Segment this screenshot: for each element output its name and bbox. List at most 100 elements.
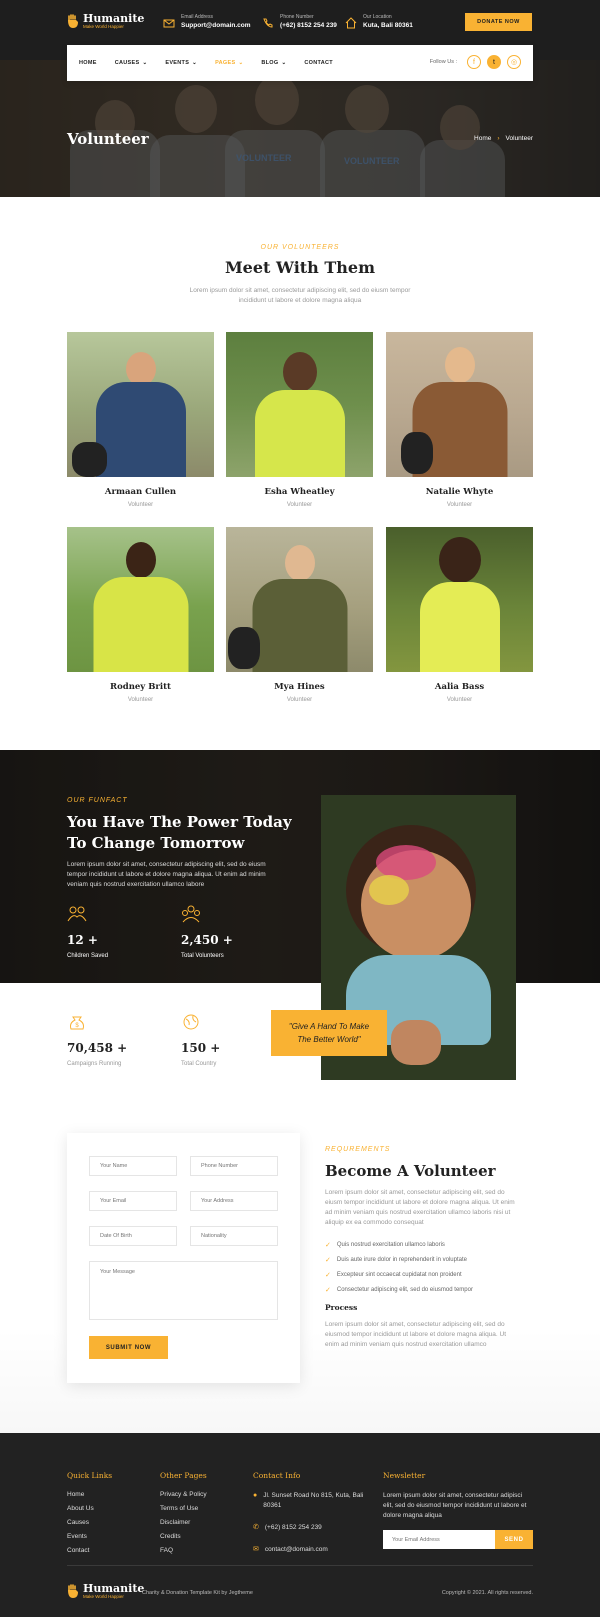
newsletter-description: Lorem ipsum dolor sit amet, consectetur … bbox=[383, 1492, 527, 1519]
instagram-icon[interactable]: ◎ bbox=[507, 55, 521, 69]
volunteer-card[interactable]: Armaan Cullen Volunteer bbox=[67, 332, 214, 508]
list-item: ✓ Duis aute irure dolor in reprehenderit … bbox=[325, 1256, 525, 1264]
money-bag-icon: $ bbox=[70, 1016, 84, 1030]
check-icon: ✓ bbox=[325, 1257, 331, 1264]
stat-label: Children Saved bbox=[67, 953, 109, 959]
become-description: Lorem ipsum dolor sit amet, consectetur … bbox=[325, 1189, 515, 1226]
newsletter-send-button[interactable]: SEND bbox=[495, 1530, 533, 1549]
nav-blog[interactable]: BLOG ⌄ bbox=[261, 60, 286, 66]
check-icon: ✓ bbox=[325, 1272, 331, 1279]
phone-icon bbox=[263, 18, 273, 28]
phone-input[interactable] bbox=[190, 1156, 278, 1176]
volunteer-card[interactable]: Esha Wheatley Volunteer bbox=[226, 332, 373, 508]
quote-line2: The Better World" bbox=[297, 1035, 361, 1044]
footer-email-value[interactable]: contact@domain.com bbox=[265, 1545, 328, 1555]
check-icon: ✓ bbox=[325, 1242, 331, 1249]
header-email: Email Address Support@domain.com bbox=[163, 14, 251, 30]
person-head bbox=[284, 545, 315, 581]
donate-now-button[interactable]: DONATE NOW bbox=[465, 13, 532, 31]
message-textarea[interactable] bbox=[89, 1261, 278, 1320]
volunteer-card[interactable]: Aalia Bass Volunteer bbox=[386, 527, 533, 703]
submit-button[interactable]: SUBMIT NOW bbox=[89, 1336, 168, 1359]
footer-newsletter: Newsletter Lorem ipsum dolor sit amet, c… bbox=[383, 1471, 533, 1521]
phone-value[interactable]: (+62) 8152 254 239 bbox=[280, 21, 337, 30]
footer-copyright: Copyright © 2021. All rights reserved. bbox=[441, 1590, 533, 1596]
nav-events[interactable]: EVENTS ⌄ bbox=[165, 60, 197, 66]
nav-causes-label: CAUSES bbox=[114, 60, 140, 66]
paint-splash bbox=[369, 875, 409, 905]
stat-value: 12 + bbox=[67, 933, 98, 947]
chevron-right-icon: › bbox=[497, 135, 500, 142]
volunteer-card[interactable]: Mya Hines Volunteer bbox=[226, 527, 373, 703]
volunteer-photo bbox=[226, 527, 373, 672]
footer-link[interactable]: Terms of Use bbox=[160, 1505, 207, 1512]
breadcrumb: Home › Volunteer bbox=[474, 135, 533, 142]
footer-logo[interactable]: Humanite Make World Happier bbox=[67, 1583, 144, 1600]
list-item-text: Duis aute irure dolor in reprehenderit i… bbox=[336, 1257, 467, 1263]
footer-phone-value[interactable]: (+62) 8152 254 239 bbox=[265, 1523, 322, 1533]
footer-link[interactable]: Disclaimer bbox=[160, 1519, 207, 1526]
nationality-input[interactable] bbox=[190, 1226, 278, 1246]
twitter-icon[interactable]: t bbox=[487, 55, 501, 69]
nav-home[interactable]: HOME bbox=[79, 60, 97, 66]
phone-icon: ✆ bbox=[253, 1524, 259, 1531]
page-title: Volunteer bbox=[67, 130, 149, 148]
chevron-down-icon: ⌄ bbox=[238, 60, 244, 66]
email-value[interactable]: Support@domain.com bbox=[181, 21, 251, 30]
footer-link[interactable]: Events bbox=[67, 1533, 112, 1540]
newsletter-email-input[interactable] bbox=[383, 1530, 495, 1549]
footer-link[interactable]: FAQ bbox=[160, 1547, 207, 1554]
address-input[interactable] bbox=[190, 1191, 278, 1211]
email-input[interactable] bbox=[89, 1191, 177, 1211]
follow-label: Follow Us : bbox=[429, 59, 457, 65]
nav-events-label: EVENTS bbox=[165, 60, 190, 66]
nav-causes[interactable]: CAUSES ⌄ bbox=[115, 60, 148, 66]
footer-link[interactable]: Privacy & Policy bbox=[160, 1491, 207, 1498]
footer-link[interactable]: Contact bbox=[67, 1547, 112, 1554]
nav-pages[interactable]: PAGES ⌄ bbox=[215, 60, 243, 66]
footer-link[interactable]: About Us bbox=[67, 1505, 112, 1512]
hero-shirt-text: VOLUNTEER bbox=[344, 156, 400, 166]
volunteer-name: Esha Wheatley bbox=[264, 487, 335, 497]
volunteer-card[interactable]: Rodney Britt Volunteer bbox=[67, 527, 214, 703]
stat-country: 150 + Total Country bbox=[181, 1013, 220, 1067]
brand-logo[interactable]: Humanite Make World Happier bbox=[67, 13, 144, 30]
stat-label: Campaigns Running bbox=[67, 1061, 122, 1067]
volunteer-card[interactable]: Natalie Whyte Volunteer bbox=[386, 332, 533, 508]
footer-link[interactable]: Home bbox=[67, 1491, 112, 1498]
volunteer-photo bbox=[386, 527, 533, 672]
footer-link[interactable]: Causes bbox=[67, 1519, 112, 1526]
footer-heading: Newsletter bbox=[383, 1471, 426, 1480]
list-item: ✓ Excepteur sint occaecat cupidatat non p… bbox=[325, 1271, 525, 1279]
stat-value: 2,450 + bbox=[181, 933, 233, 947]
list-item: ✓ Consectetur adipiscing elit, sed do eiu… bbox=[325, 1286, 525, 1294]
chevron-down-icon: ⌄ bbox=[142, 60, 148, 66]
envelope-icon bbox=[163, 19, 175, 28]
list-item-text: Consectetur adipiscing elit, sed do eius… bbox=[336, 1287, 473, 1293]
nav-contact[interactable]: CONTACT bbox=[304, 60, 333, 66]
chevron-down-icon: ⌄ bbox=[192, 60, 198, 66]
email-label: Email Address bbox=[181, 14, 213, 20]
breadcrumb-home[interactable]: Home bbox=[474, 135, 491, 142]
footer-other-pages: Other Pages Privacy & Policy Terms of Us… bbox=[160, 1471, 207, 1561]
hero-shirt-text: VOLUNTEER bbox=[236, 153, 292, 163]
team-subtitle: OUR VOLUNTEERS bbox=[260, 244, 340, 251]
stat-volunteers: 2,450 + Total Volunteers bbox=[181, 905, 233, 959]
dob-input[interactable] bbox=[89, 1226, 177, 1246]
footer-credit: Charity & Donation Template Kit by Jegth… bbox=[142, 1590, 253, 1596]
main-navbar: HOME CAUSES ⌄ EVENTS ⌄ PAGES ⌄ BLOG ⌄ CONTAC… bbox=[67, 45, 533, 81]
person-body bbox=[419, 582, 500, 672]
facebook-icon[interactable]: f bbox=[467, 55, 481, 69]
footer-quick-links: Quick Links Home About Us Causes Events … bbox=[67, 1471, 112, 1561]
funfact-subtitle: OUR FUNFACT bbox=[67, 797, 128, 804]
person-head bbox=[438, 537, 481, 583]
volunteer-name: Armaan Cullen bbox=[104, 487, 177, 497]
name-input[interactable] bbox=[89, 1156, 177, 1176]
globe-icon bbox=[183, 1014, 199, 1030]
breadcrumb-current: Volunteer bbox=[505, 135, 533, 142]
footer-link[interactable]: Credits bbox=[160, 1533, 207, 1540]
footer-heading: Other Pages bbox=[160, 1471, 207, 1480]
volunteer-photo bbox=[67, 527, 214, 672]
footer-email: ✉ contact@domain.com bbox=[253, 1545, 368, 1555]
volunteer-name: Rodney Britt bbox=[110, 682, 171, 692]
